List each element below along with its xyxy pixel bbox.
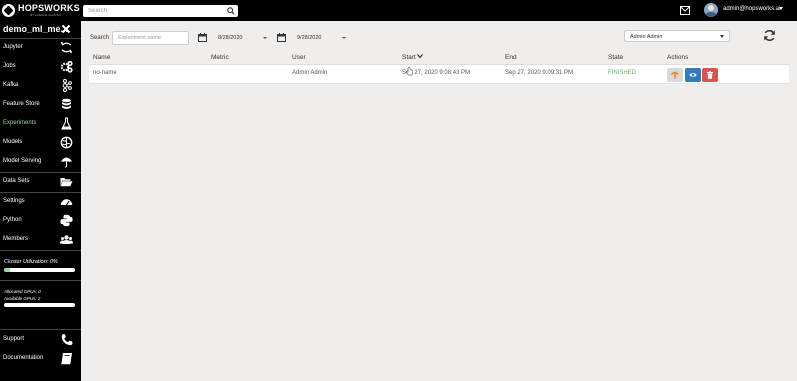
column-header-user[interactable]: User (292, 54, 306, 61)
python-icon (60, 214, 73, 227)
view-experiment-button[interactable] (685, 68, 701, 82)
cluster-utilization-bar (4, 268, 75, 272)
gpu-availability-bar (4, 303, 75, 307)
user-filter-value: Admin Admin (630, 34, 663, 40)
dashboard-icon (60, 199, 73, 206)
users-icon (60, 235, 73, 244)
sidebar-item-label: Models (3, 139, 23, 145)
sidebar-item-label: Jobs (3, 63, 16, 69)
sidebar-item-support[interactable]: Support (0, 331, 81, 349)
sidebar-item-jupyter[interactable]: Jupyter (0, 39, 81, 57)
sidebar-item-members[interactable]: Members (0, 231, 81, 249)
experiment-state-cell: FINISHED (608, 70, 637, 76)
sidebar-item-label: Feature Store (3, 101, 40, 107)
pointer-cursor-icon (406, 67, 413, 76)
search-icon[interactable] (227, 7, 235, 15)
trash-icon (707, 71, 713, 79)
divider (0, 250, 81, 251)
tensorboard-button[interactable] (667, 68, 683, 82)
close-icon[interactable] (61, 24, 71, 34)
sidebar-item-label: Data Sets (3, 178, 30, 184)
sidebar-item-documentation[interactable]: Documentation (0, 350, 81, 368)
global-search-input[interactable] (83, 5, 223, 17)
caret-down-icon[interactable] (779, 7, 783, 10)
kafka-icon (62, 79, 72, 92)
allocated-gpus-label: Allocated GPUs: 0 (4, 289, 41, 294)
user-filter-select[interactable]: Admin Admin (624, 30, 730, 42)
tensorboard-icon (671, 71, 679, 79)
sidebar-item-label: Python (3, 217, 22, 223)
folder-open-icon (60, 178, 73, 187)
experiment-end-cell: Sep 27, 2020 9:09:31 PM (505, 70, 574, 76)
jupyter-icon (61, 42, 72, 53)
experiment-name-cell[interactable]: no-name (93, 70, 117, 76)
chevron-down-icon[interactable] (263, 37, 267, 39)
avatar[interactable] (704, 3, 718, 17)
database-icon (62, 98, 71, 109)
refresh-icon[interactable] (763, 29, 776, 42)
flask-icon (61, 117, 72, 130)
experiment-name-field[interactable] (112, 31, 189, 45)
cluster-utilization-label: Cluster Utilization: 0% (4, 259, 58, 265)
top-bar: HOPSWORKS BY LOGICAL CLOCKS admin@hopswo… (0, 0, 797, 21)
available-gpus-label: Available GPUs: 2 (4, 296, 41, 301)
sidebar-item-label: Support (3, 336, 25, 342)
date-to-value[interactable]: 9/28/2020 (297, 35, 321, 41)
logo-mark-icon (2, 4, 15, 17)
global-search[interactable] (83, 5, 238, 17)
sidebar-item-data-sets[interactable]: Data Sets (0, 173, 81, 191)
date-from-value[interactable]: 8/28/2020 (218, 35, 242, 41)
delete-experiment-button[interactable] (702, 68, 718, 82)
search-label: Search (90, 35, 110, 41)
cluster-utilization-fill (4, 268, 10, 272)
sidebar-item-label: Jupyter (3, 44, 23, 50)
sidebar-item-label: Settings (3, 198, 25, 204)
experiment-user-cell: Admin Admin (292, 70, 328, 76)
project-name[interactable]: demo_ml_me... (3, 24, 68, 34)
eye-icon (689, 73, 697, 77)
gears-icon (60, 60, 73, 73)
sidebar-item-label: Members (3, 236, 29, 242)
sidebar-item-label: Documentation (3, 355, 44, 361)
chevron-down-icon (720, 35, 724, 38)
sidebar-item-jobs[interactable]: Jobs (0, 58, 81, 76)
sidebar-item-label: Kafka (3, 82, 19, 88)
mail-icon[interactable] (680, 6, 690, 15)
brain-icon (60, 136, 73, 149)
column-header-name[interactable]: Name (93, 54, 110, 61)
sidebar-item-models[interactable]: Models (0, 134, 81, 152)
sidebar: demo_ml_me... Jupyter Jobs Kafka Feature… (0, 21, 81, 381)
column-header-start[interactable]: Start (402, 54, 416, 61)
divider (0, 329, 81, 330)
book-icon (61, 353, 72, 365)
sidebar-item-python[interactable]: Python (0, 212, 81, 230)
chevron-down-icon[interactable] (342, 37, 346, 39)
sidebar-item-kafka[interactable]: Kafka (0, 77, 81, 95)
calendar-icon[interactable] (277, 33, 286, 42)
umbrella-icon (60, 157, 73, 168)
logo-name: HOPSWORKS (18, 3, 80, 13)
user-email[interactable]: admin@hopsworks.ai (723, 6, 780, 12)
calendar-icon[interactable] (198, 33, 207, 42)
column-header-actions: Actions (667, 54, 689, 61)
sidebar-item-feature-store[interactable]: Feature Store (0, 96, 81, 114)
column-header-end[interactable]: End (505, 54, 517, 61)
sidebar-item-settings[interactable]: Settings (0, 193, 81, 211)
column-header-metric[interactable]: Metric (211, 54, 229, 61)
column-header-state[interactable]: State (608, 54, 623, 61)
phone-icon (61, 334, 73, 346)
hopsworks-logo[interactable]: HOPSWORKS BY LOGICAL CLOCKS (2, 2, 80, 19)
sidebar-item-experiments[interactable]: Experiments (0, 115, 81, 133)
sidebar-item-label: Model Serving (3, 158, 42, 164)
divider (0, 280, 81, 281)
sort-desc-icon[interactable] (417, 53, 423, 59)
logo-tagline: BY LOGICAL CLOCKS (30, 13, 61, 17)
experiment-name-input[interactable] (113, 32, 188, 44)
sidebar-item-label: Experiments (3, 120, 37, 126)
project-header: demo_ml_me... (0, 21, 81, 37)
sidebar-item-model-serving[interactable]: Model Serving (0, 153, 81, 171)
